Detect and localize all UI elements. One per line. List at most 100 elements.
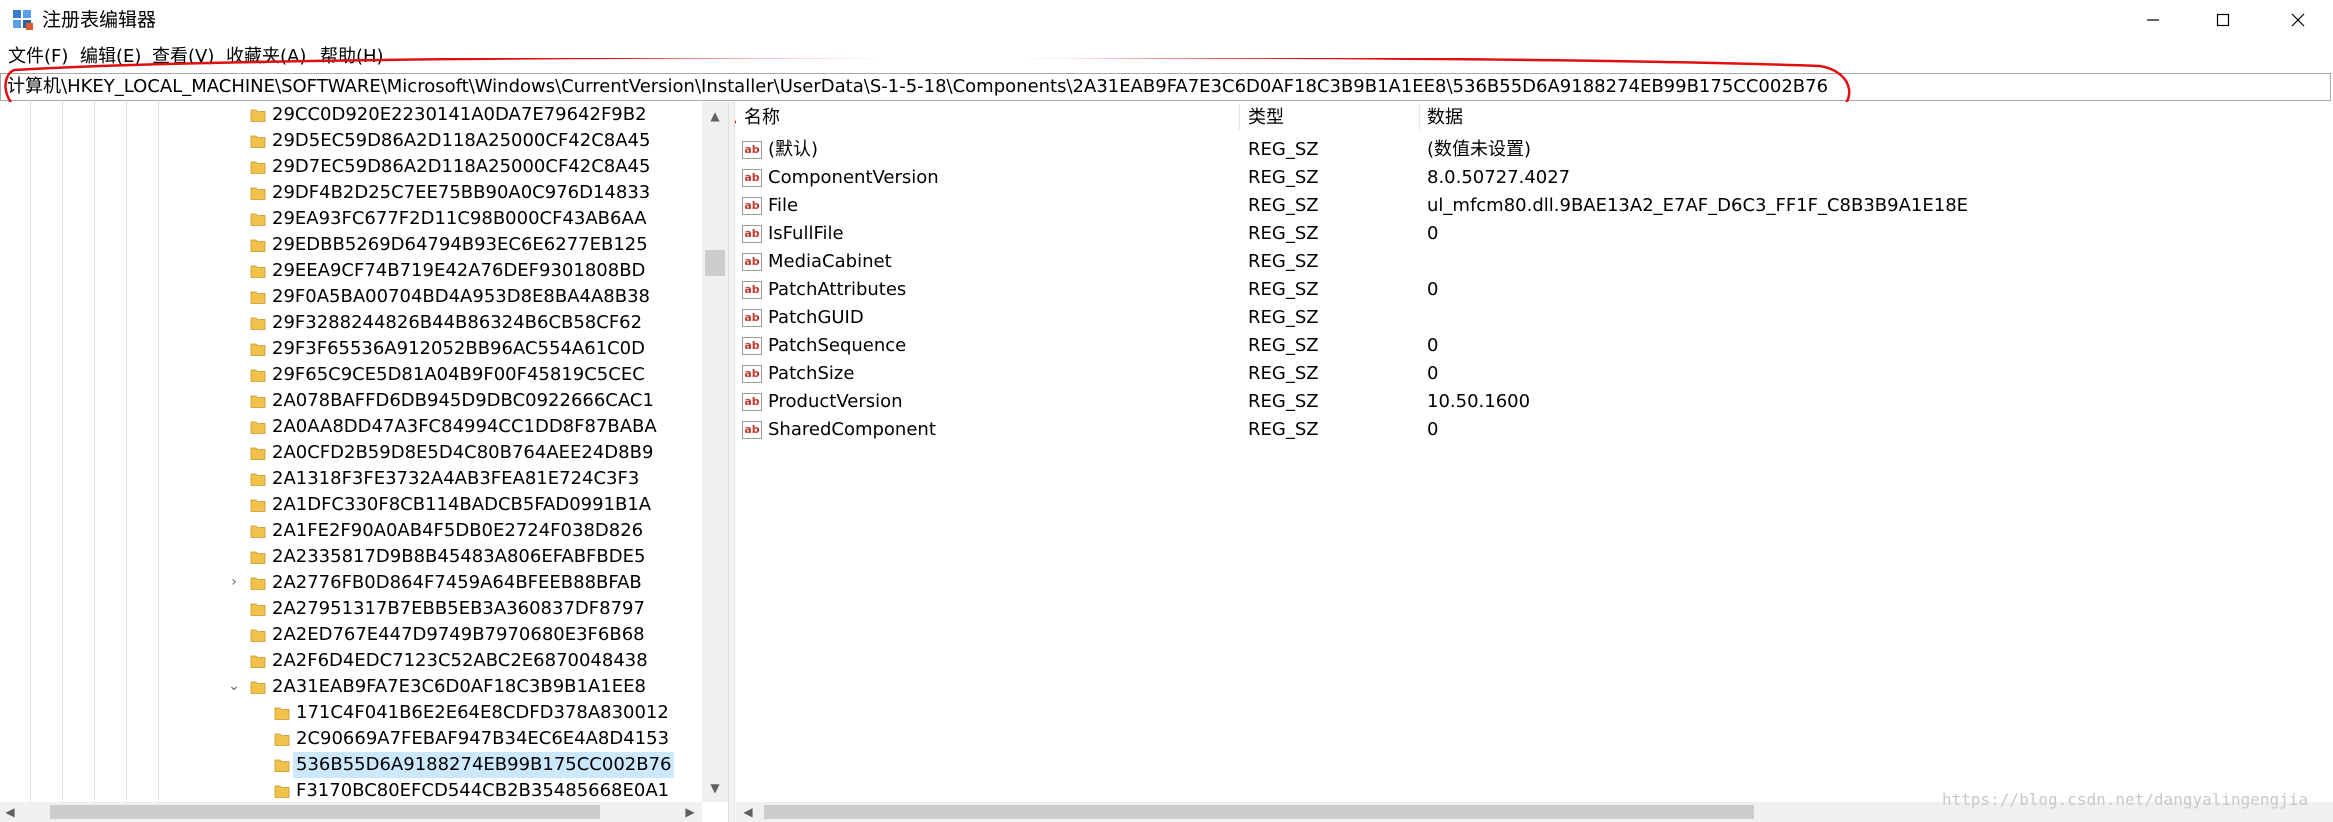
folder-icon	[250, 421, 266, 434]
column-header-name[interactable]: 名称	[744, 106, 780, 130]
registry-editor-icon	[13, 10, 33, 30]
tree-item[interactable]: 29D7EC59D86A2D118A25000CF42C8A45	[0, 154, 700, 180]
tree-item[interactable]: 29F0A5BA00704BD4A953D8E8BA4A8B38	[0, 284, 700, 310]
menu-favorites[interactable]: 收藏夹(A)	[224, 45, 308, 69]
tree-item-label: 2A2335817D9B8B45483A806EFABFBDE5	[272, 546, 646, 567]
value-row[interactable]: ab PatchSequence REG_SZ 0	[736, 332, 2326, 360]
tree-item[interactable]: 2C90669A7FEBAF947B34EC6E4A8D4153	[0, 726, 700, 752]
column-header-data[interactable]: 数据	[1427, 106, 1463, 130]
tree-item[interactable]: 2A1318F3FE3732A4AB3FEA81E724C3F3	[0, 466, 700, 492]
tree-item-label: 29D7EC59D86A2D118A25000CF42C8A45	[272, 156, 651, 177]
value-data: ul_mfcm80.dll.9BAE13A2_E7AF_D6C3_FF1F_C8…	[1427, 195, 1969, 216]
tree-item[interactable]: 29F3F65536A912052BB96AC554A61C0D	[0, 336, 700, 362]
value-row[interactable]: ab PatchSize REG_SZ 0	[736, 360, 2326, 388]
registry-tree[interactable]: 29CC0D920E2230141A0DA7E79642F9B2 29D5EC59…	[0, 102, 732, 822]
tree-item[interactable]: 171C4F041B6E2E64E8CDFD378A830012	[0, 700, 700, 726]
tree-item[interactable]: 29F65C9CE5D81A04B9F00F45819C5CEC	[0, 362, 700, 388]
tree-item-label: 29D5EC59D86A2D118A25000CF42C8A45	[272, 130, 651, 151]
tree-item-label: 29F3288244826B44B86324B6CB58CF62	[272, 312, 643, 333]
column-divider[interactable]	[1239, 104, 1240, 130]
value-row[interactable]: ab (默认) REG_SZ (数值未设置)	[736, 136, 2326, 164]
pane-splitter[interactable]	[728, 102, 735, 822]
tree-hscroll-thumb[interactable]	[50, 805, 600, 819]
address-bar[interactable]: 计算机\HKEY_LOCAL_MACHINE\SOFTWARE\Microsof…	[0, 73, 2331, 101]
tree-item[interactable]: 29EEA9CF74B719E42A76DEF9301808BD	[0, 258, 700, 284]
value-type: REG_SZ	[1248, 251, 1319, 272]
value-row[interactable]: ab MediaCabinet REG_SZ	[736, 248, 2326, 276]
tree-item[interactable]: 29EDBB5269D64794B93EC6E6277EB125	[0, 232, 700, 258]
tree-item-label: 171C4F041B6E2E64E8CDFD378A830012	[296, 702, 669, 723]
tree-vscroll-thumb[interactable]	[705, 250, 725, 276]
value-data: 8.0.50727.4027	[1427, 167, 1571, 188]
list-hscroll-thumb[interactable]	[764, 805, 1754, 819]
folder-icon	[250, 525, 266, 538]
tree-item[interactable]: 2A2335817D9B8B45483A806EFABFBDE5	[0, 544, 700, 570]
tree-item-label: 2A0AA8DD47A3FC84994CC1DD8F87BABA	[272, 416, 657, 437]
column-header-type[interactable]: 类型	[1248, 106, 1284, 130]
close-button[interactable]	[2263, 0, 2333, 40]
tree-item[interactable]: 2A2F6D4EDC7123C52ABC2E6870048438	[0, 648, 700, 674]
tree-item-label: 29F0A5BA00704BD4A953D8E8BA4A8B38	[272, 286, 650, 307]
scroll-left-arrow-icon[interactable]: ◀	[0, 802, 20, 822]
tree-item[interactable]: 29D5EC59D86A2D118A25000CF42C8A45	[0, 128, 700, 154]
tree-item[interactable]: 2A078BAFFD6DB945D9DBC0922666CAC1	[0, 388, 700, 414]
tree-item[interactable]: ⌄ 2A31EAB9FA7E3C6D0AF18C3B9B1A1EE8	[0, 674, 700, 700]
folder-icon	[250, 265, 266, 278]
tree-item-label: 2A0CFD2B59D8E5D4C80B764AEE24D8B9	[272, 442, 654, 463]
value-name: ProductVersion	[768, 391, 903, 412]
chevron-right-icon[interactable]: ›	[227, 575, 241, 589]
tree-horizontal-scrollbar[interactable]: ◀ ▶	[0, 802, 702, 822]
tree-vertical-scrollbar[interactable]: ▲ ▼	[702, 102, 728, 802]
tree-item[interactable]: 2A1FE2F90A0AB4F5DB0E2724F038D826	[0, 518, 700, 544]
tree-item-label: 29EA93FC677F2D11C98B000CF43AB6AA	[272, 208, 647, 229]
folder-icon	[274, 733, 290, 746]
folder-icon	[250, 499, 266, 512]
tree-item[interactable]: 29EA93FC677F2D11C98B000CF43AB6AA	[0, 206, 700, 232]
tree-item[interactable]: 2A0AA8DD47A3FC84994CC1DD8F87BABA	[0, 414, 700, 440]
tree-item[interactable]: F3170BC80EFCD544CB2B35485668E0A1	[0, 778, 700, 804]
minimize-button[interactable]	[2118, 0, 2188, 40]
value-type: REG_SZ	[1248, 223, 1319, 244]
close-icon	[2291, 13, 2305, 27]
tree-item[interactable]: 2A2ED767E447D9749B7970680E3F6B68	[0, 622, 700, 648]
scroll-left-arrow-icon[interactable]: ◀	[738, 802, 758, 822]
value-name: IsFullFile	[768, 223, 844, 244]
scroll-down-arrow-icon[interactable]: ▼	[702, 778, 728, 798]
reg-sz-ab-icon: ab	[742, 169, 762, 187]
tree-item[interactable]: 29CC0D920E2230141A0DA7E79642F9B2	[0, 102, 700, 128]
tree-item[interactable]: 29F3288244826B44B86324B6CB58CF62	[0, 310, 700, 336]
address-path[interactable]: 计算机\HKEY_LOCAL_MACHINE\SOFTWARE\Microsof…	[7, 75, 1828, 99]
menu-view[interactable]: 查看(V)	[150, 45, 216, 69]
tree-item[interactable]: › 2A2776FB0D864F7459A64BFEEB88BFAB	[0, 570, 700, 596]
tree-item-label: 2C90669A7FEBAF947B34EC6E4A8D4153	[296, 728, 670, 749]
tree-item-label: 29EEA9CF74B719E42A76DEF9301808BD	[272, 260, 646, 281]
folder-icon	[250, 109, 266, 122]
scroll-up-arrow-icon[interactable]: ▲	[702, 106, 728, 126]
tree-item[interactable]: 2A0CFD2B59D8E5D4C80B764AEE24D8B9	[0, 440, 700, 466]
column-divider[interactable]	[1419, 104, 1420, 130]
value-row[interactable]: ab ProductVersion REG_SZ 10.50.1600	[736, 388, 2326, 416]
menu-help[interactable]: 帮助(H)	[318, 45, 386, 69]
scroll-right-arrow-icon[interactable]: ▶	[680, 802, 700, 822]
menu-edit[interactable]: 编辑(E)	[78, 45, 143, 69]
value-row[interactable]: ab IsFullFile REG_SZ 0	[736, 220, 2326, 248]
chevron-down-icon[interactable]: ⌄	[227, 679, 241, 693]
tree-item[interactable]: 536B55D6A9188274EB99B175CC002B76	[0, 752, 700, 778]
window-title: 注册表编辑器	[42, 9, 157, 31]
value-row[interactable]: ab PatchGUID REG_SZ	[736, 304, 2326, 332]
values-list[interactable]: 名称 类型 数据 ab (默认) REG_SZ (数值未设置) ab ComponentV…	[736, 102, 2333, 802]
tree-item-label: 29DF4B2D25C7EE75BB90A0C976D14833	[272, 182, 651, 203]
tree-item[interactable]: 2A27951317B7EBB5EB3A360837DF8797	[0, 596, 700, 622]
value-row[interactable]: ab ComponentVersion REG_SZ 8.0.50727.4027	[736, 164, 2326, 192]
value-row[interactable]: ab SharedComponent REG_SZ 0	[736, 416, 2326, 444]
menu-file[interactable]: 文件(F)	[6, 45, 70, 69]
value-name: PatchSize	[768, 363, 855, 384]
tree-item[interactable]: 29DF4B2D25C7EE75BB90A0C976D14833	[0, 180, 700, 206]
reg-sz-ab-icon: ab	[742, 365, 762, 383]
value-data: 0	[1427, 363, 1439, 384]
maximize-button[interactable]	[2188, 0, 2258, 40]
tree-item[interactable]: 2A1DFC330F8CB114BADCB5FAD0991B1A	[0, 492, 700, 518]
tree-item-label: 29CC0D920E2230141A0DA7E79642F9B2	[272, 104, 647, 125]
value-row[interactable]: ab PatchAttributes REG_SZ 0	[736, 276, 2326, 304]
value-row[interactable]: ab File REG_SZ ul_mfcm80.dll.9BAE13A2_E7AF_…	[736, 192, 2326, 220]
